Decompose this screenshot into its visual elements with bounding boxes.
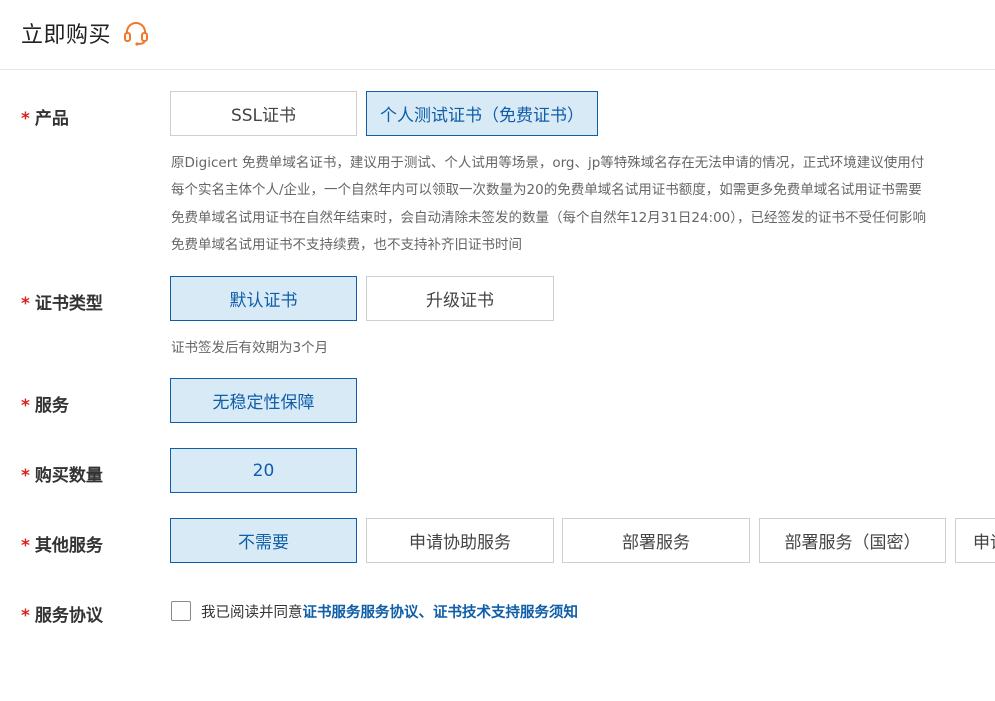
- tech-support-notice-link[interactable]: 证书技术支持服务须知: [433, 605, 578, 621]
- agreement-prefix: 我已阅读并同意: [201, 605, 303, 621]
- agreement-label: * 服务协议: [21, 606, 103, 626]
- header: 立即购买: [0, 0, 995, 70]
- cert-type-option-upgrade[interactable]: 升级证书: [366, 276, 554, 321]
- agreement-separator: 、: [418, 605, 434, 621]
- other-service-option-none[interactable]: 不需要: [170, 518, 357, 563]
- cert-type-note: 证书签发后有效期为3个月: [171, 340, 329, 356]
- product-option-personal-test[interactable]: 个人测试证书（免费证书）: [366, 91, 598, 136]
- product-description-line: 原Digicert 免费单域名证书，建议用于测试、个人试用等场景，org、jp等…: [171, 155, 925, 171]
- quantity-label: * 购买数量: [21, 466, 103, 486]
- product-description-line: 免费单域名试用证书在自然年结束时，会自动清除未签发的数量（每个自然年12月31日…: [171, 210, 927, 226]
- service-option-no-stability[interactable]: 无稳定性保障: [170, 378, 357, 423]
- required-mark: *: [21, 396, 30, 416]
- page-title: 立即购买: [21, 23, 112, 48]
- required-mark: *: [21, 466, 30, 486]
- service-label: * 服务: [21, 396, 69, 416]
- product-label: * 产品: [21, 109, 69, 129]
- cert-type-label: * 证书类型: [21, 294, 103, 314]
- service-agreement-link[interactable]: 证书服务服务协议: [303, 605, 419, 621]
- product-description-line: 每个实名主体个人/企业，一个自然年内可以领取一次数量为20的免费单域名试用证书额…: [171, 182, 922, 198]
- other-service-option-apply-partial[interactable]: 申请: [955, 518, 995, 563]
- headset-icon[interactable]: [122, 19, 150, 47]
- quantity-option-20[interactable]: 20: [170, 448, 357, 493]
- agreement-checkbox[interactable]: [171, 601, 191, 621]
- other-service-option-deploy[interactable]: 部署服务: [562, 518, 750, 563]
- required-mark: *: [21, 294, 30, 314]
- other-service-option-deploy-sm[interactable]: 部署服务（国密）: [759, 518, 946, 563]
- product-option-ssl[interactable]: SSL证书: [170, 91, 357, 136]
- product-description-line: 免费单域名试用证书不支持续费，也不支持补齐旧证书时间: [171, 237, 522, 253]
- required-mark: *: [21, 606, 30, 626]
- agreement-text: 我已阅读并同意证书服务服务协议、证书技术支持服务须知: [201, 601, 578, 622]
- required-mark: *: [21, 109, 30, 129]
- other-service-option-assist[interactable]: 申请协助服务: [366, 518, 554, 563]
- required-mark: *: [21, 536, 30, 556]
- cert-type-option-default[interactable]: 默认证书: [170, 276, 357, 321]
- other-services-label: * 其他服务: [21, 536, 103, 556]
